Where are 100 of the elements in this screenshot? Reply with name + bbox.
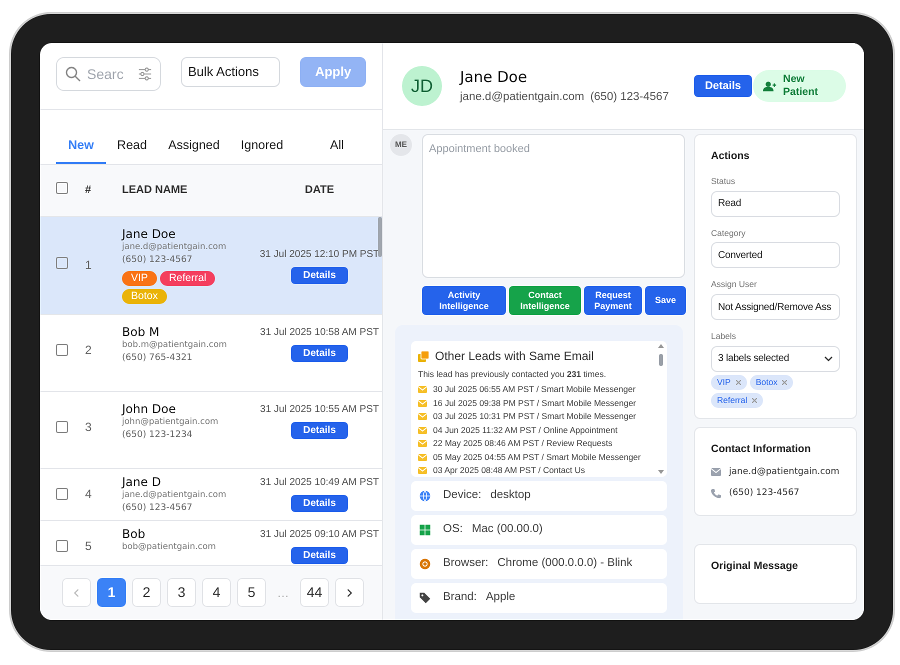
lead-row[interactable]: 2 Bob M bob.m@patientgain.com (650) 765-4321 31 Jul 2025 10:58 AM PST Details xyxy=(40,314,382,392)
select-field[interactable]: Read xyxy=(711,190,840,216)
search-icon xyxy=(65,66,81,82)
chevron-down-icon xyxy=(824,356,833,362)
lead-email: bob@patientgain.com xyxy=(122,542,217,554)
details-button[interactable]: Details xyxy=(291,494,348,512)
details-button[interactable]: Details xyxy=(291,546,348,564)
bulk-actions-dropdown[interactable]: Bulk Actions xyxy=(181,57,280,87)
chevron-left-icon xyxy=(73,588,80,598)
lead-avatar: JD xyxy=(402,66,442,106)
action-button[interactable]: Activity Intelligence xyxy=(422,286,506,315)
copy-icon xyxy=(418,350,429,362)
envelope-icon xyxy=(418,426,427,434)
label-chip[interactable]: Referral xyxy=(711,392,764,408)
tab[interactable]: All xyxy=(294,132,380,164)
field-label: Labels xyxy=(711,330,738,343)
contact-email: jane.d@patientgain.com xyxy=(729,466,840,478)
lead-email: jane.d@patientgain.com xyxy=(460,90,584,105)
row-checkbox[interactable] xyxy=(56,540,68,552)
row-checkbox[interactable] xyxy=(56,488,68,500)
page-button[interactable]: 3 xyxy=(167,578,196,608)
phone-icon xyxy=(711,488,721,499)
message-input[interactable]: Appointment booked xyxy=(422,134,685,278)
row-number: 1 xyxy=(85,258,92,272)
history-entry: 30 Jul 2025 06:55 AM PST / Smart Mobile Messenger xyxy=(433,383,636,396)
row-number: 4 xyxy=(85,486,92,501)
lead-row[interactable]: 1 Jane Doe jane.d@patientgain.com (650) 123-4567 VIP Referral Botox 31 Jul 2025 12:10 PM PST Details xyxy=(40,216,382,315)
history-entry: 04 Jun 2025 11:32 AM PST / Online Appointment xyxy=(433,424,618,436)
lead-name: Jane Doe xyxy=(460,67,528,88)
contact-summary: This lead has previously contacted you 231 times. xyxy=(418,368,608,381)
info-value: Apple xyxy=(486,590,516,606)
info-label: Device: xyxy=(443,488,482,504)
lead-email: jane.d@patientgain.com xyxy=(122,242,228,254)
lead-date: 31 Jul 2025 10:55 AM PST xyxy=(259,402,380,417)
lead-row[interactable]: 3 John Doe john@patientgain.com (650) 123-1234 31 Jul 2025 10:55 AM PST Details xyxy=(40,392,382,469)
page-button[interactable]: 2 xyxy=(132,578,161,608)
lead-date: 31 Jul 2025 12:10 PM PST xyxy=(258,248,380,262)
action-button[interactable]: Save xyxy=(645,286,686,315)
tab[interactable]: Assigned xyxy=(158,132,230,164)
envelope-icon xyxy=(711,468,721,476)
lead-tag: VIP xyxy=(122,270,157,286)
card-title: Contact Information xyxy=(711,442,812,457)
scrollbar[interactable] xyxy=(658,344,664,474)
history-entry: 05 May 2025 04:55 AM PST / Smart Mobile Messenger xyxy=(433,450,641,464)
search-field[interactable]: Searc xyxy=(56,57,161,91)
page-button[interactable]: 4 xyxy=(202,578,231,608)
tab[interactable]: Read xyxy=(106,132,158,164)
field-label: Status xyxy=(711,174,736,188)
envelope-icon xyxy=(418,386,427,393)
select-field[interactable]: Not Assigned/Remove Ass xyxy=(711,294,840,320)
remove-icon xyxy=(736,380,741,385)
lead-row[interactable]: 4 Jane D jane.d@patientgain.com (650) 123-4567 31 Jul 2025 10:49 AM PST Details xyxy=(40,468,382,521)
card-title: Actions xyxy=(711,149,751,164)
panel-title: Other Leads with Same Email xyxy=(435,348,594,365)
label-chip[interactable]: Botox xyxy=(750,374,794,390)
column-header: # xyxy=(85,184,92,196)
row-checkbox[interactable] xyxy=(56,344,68,356)
label-chip[interactable]: VIP xyxy=(711,374,747,390)
lead-name: Bob M xyxy=(122,324,160,340)
field-label: Assign User xyxy=(711,278,758,291)
details-button[interactable]: Details xyxy=(694,74,752,98)
labels-dropdown[interactable]: 3 labels selected xyxy=(711,346,840,372)
row-checkbox[interactable] xyxy=(56,257,68,270)
new-patient-button[interactable]: New Patient xyxy=(753,70,846,102)
scroll-up-icon[interactable] xyxy=(658,344,664,348)
lead-tag: Referral xyxy=(160,270,216,286)
row-checkbox[interactable] xyxy=(56,420,68,433)
page-button[interactable]: 5 xyxy=(237,578,266,608)
info-label: Brand: xyxy=(443,590,477,606)
contact-phone: (650) 123-4567 xyxy=(729,487,800,500)
select-field[interactable]: Converted xyxy=(711,242,840,268)
tab[interactable]: Ignored xyxy=(230,132,294,164)
history-entry: 16 Jul 2025 09:38 PM PST / Smart Mobile Messenger xyxy=(433,396,636,410)
lead-phone: (650) 765-4321 xyxy=(122,352,194,366)
windows-grid-icon xyxy=(419,524,431,536)
card-title: Original Message xyxy=(711,558,799,574)
page-button[interactable]: 44 xyxy=(300,578,329,608)
remove-icon xyxy=(752,398,758,403)
history-entry: 03 Apr 2025 08:48 AM PST / Contact Us xyxy=(433,464,585,477)
envelope-icon xyxy=(418,440,427,447)
details-button[interactable]: Details xyxy=(291,344,348,362)
action-button[interactable]: Request Payment xyxy=(584,286,642,315)
details-button[interactable]: Details xyxy=(291,266,348,284)
details-button[interactable]: Details xyxy=(291,422,348,439)
chevron-right-icon xyxy=(346,588,353,598)
lead-name: Bob xyxy=(122,526,146,542)
browser-circle-icon xyxy=(419,558,431,570)
lead-phone: (650) 123-4567 xyxy=(122,254,194,268)
page-button[interactable]: 1 xyxy=(97,578,126,608)
column-header: LEAD NAME xyxy=(122,184,188,196)
envelope-icon xyxy=(418,400,427,406)
info-value: Mac (00.00.0) xyxy=(472,522,543,538)
history-entry: 22 May 2025 08:46 AM PST / Review Requests xyxy=(433,437,612,450)
select-all-checkbox[interactable] xyxy=(56,182,68,194)
lead-name: John Doe xyxy=(122,402,177,418)
info-value: Chrome (000.0.0.0) - Blink xyxy=(497,556,632,572)
scroll-down-icon[interactable] xyxy=(658,470,664,474)
scrollbar[interactable] xyxy=(378,216,382,257)
envelope-icon xyxy=(418,454,427,460)
column-header: DATE xyxy=(304,184,334,196)
